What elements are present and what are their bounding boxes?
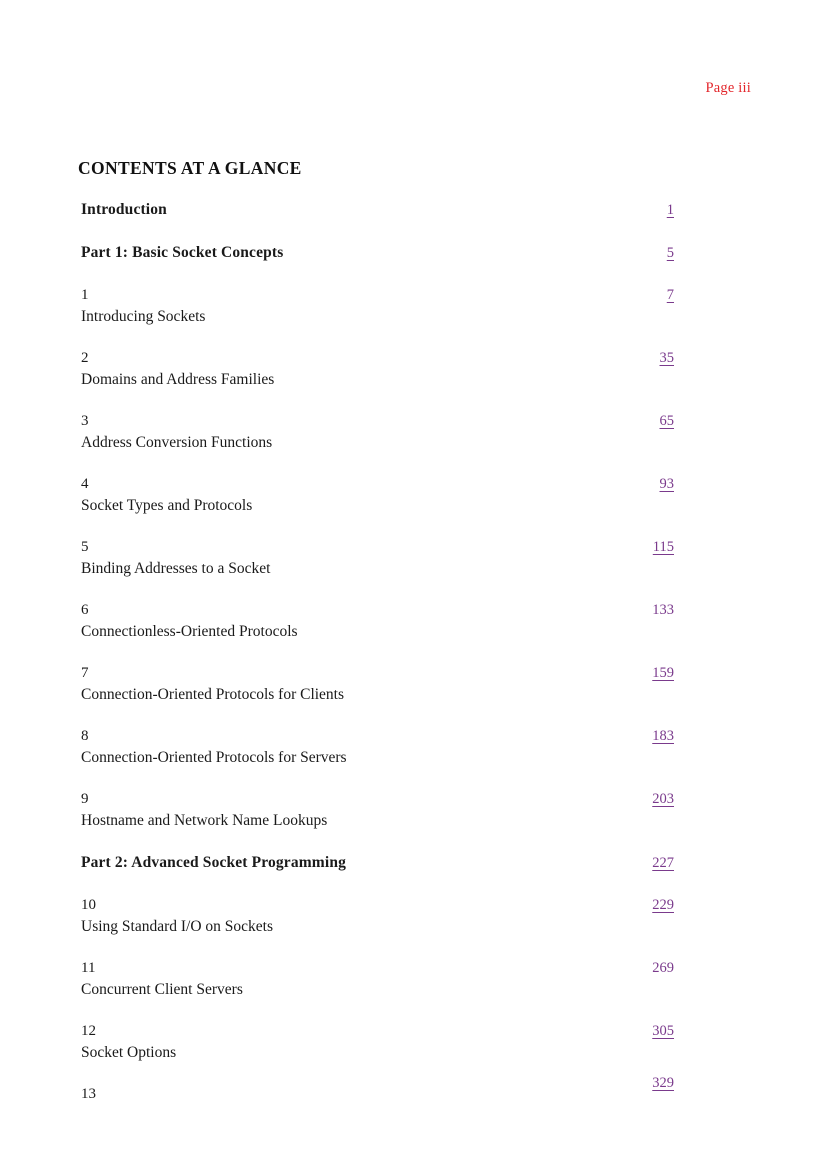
section-heading: Part 1: Basic Socket Concepts	[81, 244, 284, 261]
page-number-link[interactable]: 7	[667, 285, 674, 306]
toc-entry-row: 17	[81, 285, 674, 306]
toc-entry: 4 93 Socket Types and Protocols	[81, 474, 674, 516]
entry-spacer	[81, 831, 674, 852]
entry-spacer	[81, 705, 674, 726]
page-number-link[interactable]: 203	[652, 789, 674, 810]
entry-spacer	[81, 221, 674, 242]
toc-entry-row: 3 65	[81, 411, 674, 432]
toc-entry-row: 12 305	[81, 1021, 674, 1042]
chapter-number: 10	[81, 897, 96, 913]
chapter-number: 12	[81, 1023, 96, 1039]
toc-entry: 2 35 Domains and Address Families	[81, 348, 674, 390]
toc-entry-row: Introduction 1	[81, 199, 674, 221]
running-header: Page iii	[705, 80, 751, 96]
page-number-link[interactable]: 93	[660, 474, 675, 495]
toc-entry-row: 6 133	[81, 600, 674, 621]
toc-entry-row: 9 203	[81, 789, 674, 810]
chapter-title: Domains and Address Families	[81, 371, 275, 388]
toc-entry: 7 159 Connection-Oriented Protocols for Cl…	[81, 663, 674, 705]
chapter-number: 4	[81, 476, 89, 492]
page-title: CONTENTS AT A GLANCE	[78, 157, 302, 178]
entry-spacer	[81, 768, 674, 789]
entry-spacer	[81, 1063, 674, 1084]
entry-spacer	[81, 1000, 674, 1021]
chapter-number: 3	[81, 413, 89, 429]
toc-entry: 5 115 Binding Addresses to a Socket	[81, 537, 674, 579]
page-number-link[interactable]: 5	[667, 243, 674, 264]
page-number-link[interactable]: 115	[653, 537, 674, 558]
chapter-number: 5	[81, 539, 89, 555]
chapter-title: Binding Addresses to a Socket	[81, 560, 271, 577]
chapter-number: 8	[81, 728, 89, 744]
toc-entry-row: Part 1: Basic Socket Concepts 5	[81, 242, 674, 264]
chapter-title: Connectionless-Oriented Protocols	[81, 623, 298, 640]
chapter-number: 9	[81, 791, 89, 807]
chapter-number: 2	[81, 350, 89, 366]
entry-spacer	[81, 390, 674, 411]
chapter-title: Socket Options	[81, 1044, 177, 1061]
toc-entry-row: 5 115	[81, 537, 674, 558]
toc-entry: 10 229 Using Standard I/O on Sockets	[81, 895, 674, 937]
page-number-link[interactable]: 133	[652, 600, 674, 621]
toc-entry-row: 11 269	[81, 958, 674, 979]
chapter-title: Hostname and Network Name Lookups	[81, 812, 328, 829]
toc-entry: 1 7 Introducing Sockets	[81, 285, 674, 327]
entry-spacer	[81, 453, 674, 474]
chapter-title: Connection-Oriented Protocols for Server…	[81, 749, 347, 766]
chapter-number: 11	[81, 960, 96, 976]
page-number-link[interactable]: 65	[660, 411, 675, 432]
page-number-link[interactable]: 227	[652, 853, 674, 874]
document-page: Page iii CONTENTS AT A GLANCE Introducti…	[0, 0, 827, 1169]
toc-entry-row: 7 159	[81, 663, 674, 684]
toc-entry-row: 13 329	[81, 1075, 674, 1105]
page-number-link[interactable]: 305	[652, 1021, 674, 1042]
toc-entry-row: 4 93	[81, 474, 674, 495]
entry-spacer	[81, 642, 674, 663]
toc-entry-row: 8 183	[81, 726, 674, 747]
chapter-title: Socket Types and Protocols	[81, 497, 253, 514]
toc-entry: Introduction 1	[81, 199, 674, 221]
chapter-number: 6	[81, 602, 89, 618]
chapter-title: Using Standard I/O on Sockets	[81, 918, 274, 935]
toc-entry: 6 133 Connectionless-Oriented Protocols	[81, 600, 674, 642]
toc-entry: 13 329	[81, 1075, 674, 1105]
chapter-number: 13	[81, 1086, 96, 1102]
entry-spacer	[81, 264, 674, 285]
toc-entry: Part 2: Advanced Socket Programming 227	[81, 852, 674, 874]
chapter-title: Connection-Oriented Protocols for Client…	[81, 686, 345, 703]
entry-spacer	[81, 937, 674, 958]
toc-entry: 11 269 Concurrent Client Servers	[81, 958, 674, 1000]
toc-entry: Part 1: Basic Socket Concepts 5	[81, 242, 674, 264]
toc-entry: 12 305 Socket Options	[81, 1021, 674, 1063]
entry-spacer	[81, 579, 674, 600]
entry-spacer	[81, 327, 674, 348]
chapter-title: Concurrent Client Servers	[81, 981, 243, 998]
page-number-link[interactable]: 229	[652, 895, 674, 916]
section-heading: Introduction	[81, 201, 167, 218]
page-number-link[interactable]: 35	[660, 348, 675, 369]
page-number-link[interactable]: 159	[652, 663, 674, 684]
toc-entry: 8 183 Connection-Oriented Protocols for Se…	[81, 726, 674, 768]
page-number-link[interactable]: 183	[652, 726, 674, 747]
chapter-title: Introducing Sockets	[81, 308, 206, 325]
toc-entry-row: Part 2: Advanced Socket Programming 227	[81, 852, 674, 874]
toc-entry: 9 203 Hostname and Network Name Lookups	[81, 789, 674, 831]
chapter-number: 7	[81, 665, 89, 681]
page-number-link[interactable]: 1	[667, 200, 674, 221]
page-number-link[interactable]: 329	[652, 1073, 674, 1094]
toc-entry-row: 2 35	[81, 348, 674, 369]
toc-entry-row: 10 229	[81, 895, 674, 916]
entry-spacer	[81, 874, 674, 895]
entry-spacer	[81, 516, 674, 537]
toc-entry: 3 65 Address Conversion Functions	[81, 411, 674, 453]
page-number-link[interactable]: 269	[652, 958, 674, 979]
chapter-number: 1	[81, 287, 89, 303]
chapter-title: Address Conversion Functions	[81, 434, 273, 451]
table-of-contents: Introduction 1 Part 1: Basic Socket Concep…	[81, 199, 674, 1105]
section-heading: Part 2: Advanced Socket Programming	[81, 854, 346, 871]
